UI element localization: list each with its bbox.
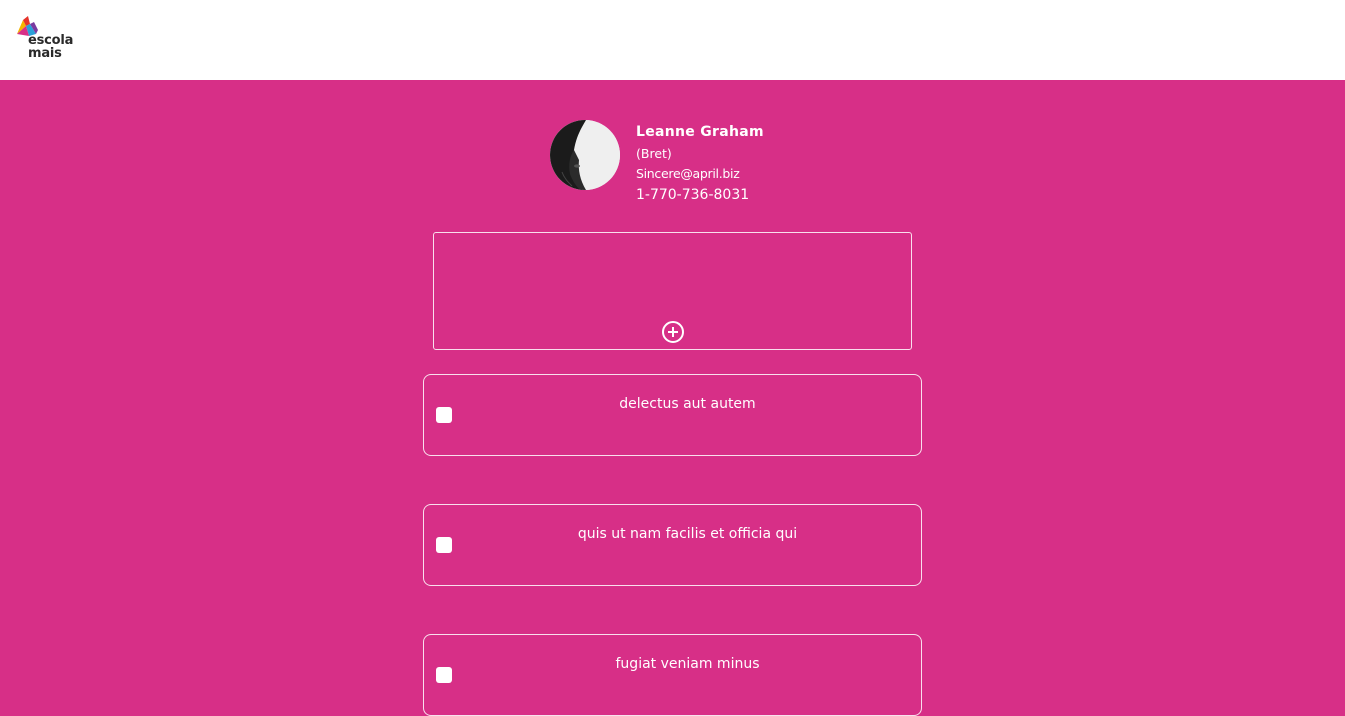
todo-item[interactable]: quis ut nam facilis et officia qui [423,504,922,586]
logo-text: escola mais [28,34,73,60]
todo-item[interactable]: fugiat veniam minus [423,634,922,716]
add-todo-button[interactable] [661,320,685,344]
logo-line-2: mais [28,46,62,61]
todo-checkbox[interactable] [436,537,452,553]
top-bar: escola mais [0,0,1345,80]
profile-name: Leanne Graham [636,124,764,140]
todo-title: quis ut nam facilis et officia qui [577,526,798,542]
todo-title: delectus aut autem [619,396,756,412]
profile-phone: 1-770-736-8031 [636,187,750,203]
escola-mais-logo[interactable]: escola mais [14,14,80,66]
new-todo-box[interactable] [433,232,912,350]
todo-item[interactable]: delectus aut autem [423,374,922,456]
avatar [550,120,620,190]
todo-checkbox[interactable] [436,667,452,683]
profile-username: (Bret) [636,146,672,161]
todo-title: fugiat veniam minus [615,656,760,672]
plus-circle-icon [662,321,684,343]
todo-checkbox[interactable] [436,407,452,423]
profile-email: Sincere@april.biz [636,166,740,181]
user-profile-card: Leanne Graham (Bret) Sincere@april.biz 1… [550,120,810,210]
